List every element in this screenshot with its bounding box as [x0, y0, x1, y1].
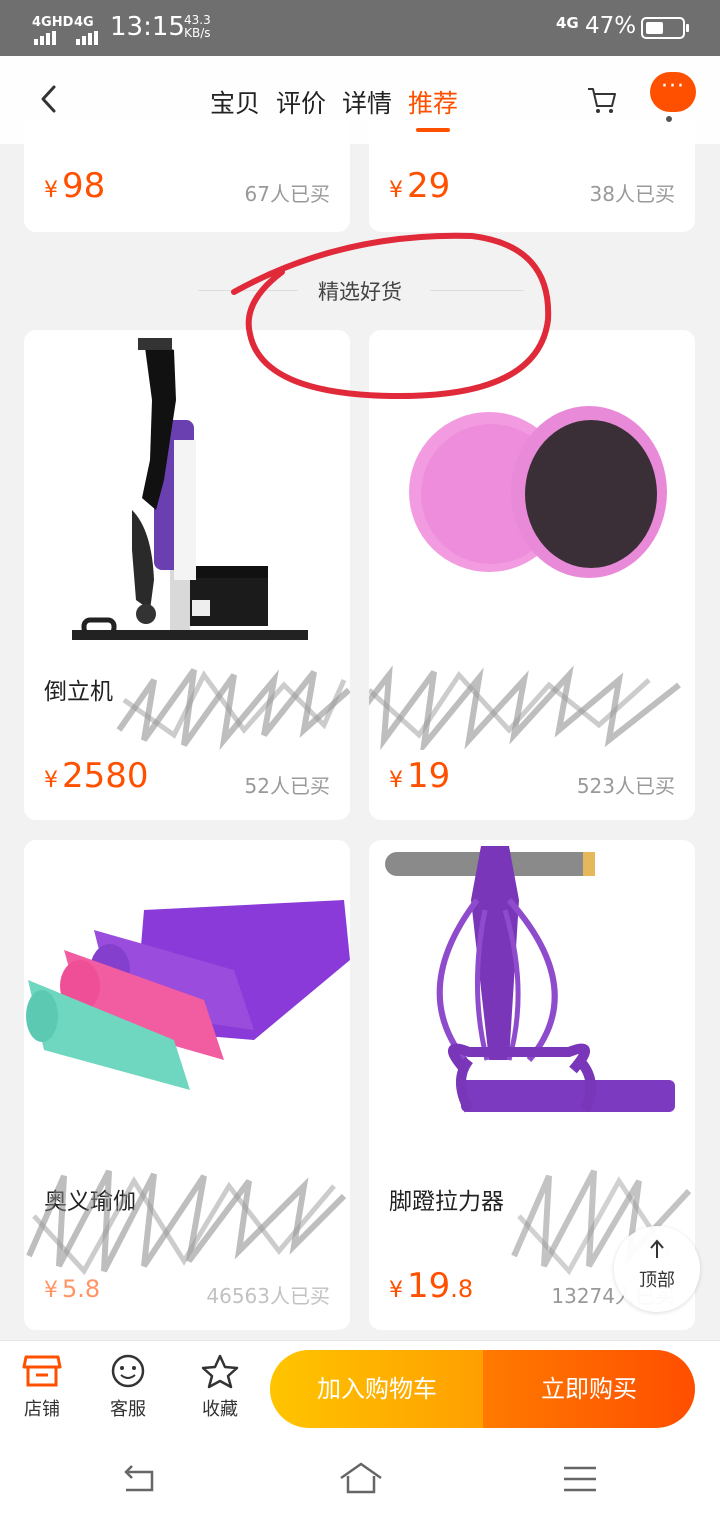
- clock: 13:15: [110, 12, 185, 42]
- customer-service-button[interactable]: 客服: [88, 1353, 168, 1421]
- product-price: ¥19.8: [389, 1266, 474, 1306]
- back-system-icon[interactable]: [120, 1462, 158, 1496]
- more-menu-button[interactable]: ···: [650, 72, 696, 112]
- signal-1: 4GHD: [32, 12, 73, 30]
- battery-percent: 47%: [585, 13, 637, 39]
- product-price: ¥29: [389, 166, 451, 206]
- product-price: ¥98: [44, 166, 106, 206]
- product-image: [26, 900, 350, 1090]
- battery-icon: [641, 17, 689, 39]
- product-sales: 46563人已买: [206, 1284, 330, 1308]
- signal-bars-icon: [74, 30, 100, 49]
- tab-bar: 宝贝 评价 详情 推荐: [210, 78, 474, 132]
- product-price: ¥19: [389, 756, 451, 796]
- product-sales: 523人已买: [576, 774, 675, 798]
- back-to-top-button[interactable]: 顶部: [614, 1226, 700, 1312]
- arrow-up-icon: [650, 1239, 664, 1258]
- notification-dot: [666, 116, 672, 122]
- add-to-cart-button[interactable]: 加入购物车: [270, 1350, 484, 1428]
- favorite-button[interactable]: 收藏: [180, 1353, 260, 1421]
- bottom-action-bar: 店铺 客服 收藏 加入购物车 立即购买: [0, 1340, 720, 1440]
- signal-2: 4G: [74, 12, 94, 30]
- annotation-circle: [231, 232, 552, 400]
- shop-label: 店铺: [24, 1399, 60, 1420]
- menu-icon[interactable]: [562, 1464, 598, 1494]
- status-bar: 4GHD 4G 13:15 43.3 KB/s 4G 47%: [0, 0, 720, 56]
- product-sales: 67人已买: [244, 182, 330, 206]
- tab-details[interactable]: 详情: [342, 78, 392, 126]
- speed-unit: KB/s: [184, 26, 211, 40]
- service-label: 客服: [110, 1399, 146, 1420]
- cart-icon[interactable]: [586, 84, 618, 116]
- home-icon[interactable]: [338, 1460, 384, 1496]
- star-icon: [201, 1354, 239, 1389]
- product-card[interactable]: 奥义瑜伽 ¥5.8 46563人已买: [24, 840, 350, 1330]
- network-label-2: 4G: [74, 15, 94, 30]
- scribble-redaction: [369, 665, 681, 750]
- shop-icon: [22, 1355, 62, 1387]
- system-nav-bar: [0, 1440, 720, 1520]
- back-arrow-icon[interactable]: [34, 82, 68, 116]
- top-nav-bar: 宝贝 评价 详情 推荐 ···: [0, 56, 720, 144]
- favorite-label: 收藏: [202, 1399, 238, 1420]
- product-image: [385, 846, 675, 1113]
- back-to-top-label: 顶部: [639, 1270, 675, 1291]
- product-sales: 38人已买: [589, 182, 675, 206]
- tab-reviews[interactable]: 评价: [276, 78, 326, 126]
- signal-bars-icon: [32, 30, 58, 49]
- scribble-redaction: [116, 668, 350, 750]
- chat-face-icon: [111, 1354, 145, 1388]
- tab-item[interactable]: 宝贝: [210, 78, 260, 126]
- network-label-3: 4G: [556, 14, 579, 32]
- buy-now-button[interactable]: 立即购买: [483, 1350, 695, 1428]
- product-price: ¥2580: [44, 756, 149, 796]
- network-speed: 43.3 KB/s: [184, 14, 211, 40]
- product-price: ¥5.8: [44, 1275, 101, 1303]
- product-sales: 52人已买: [244, 774, 330, 798]
- shop-button[interactable]: 店铺: [2, 1353, 82, 1421]
- tab-recommend[interactable]: 推荐: [408, 78, 458, 132]
- network-label-1: 4GHD: [32, 15, 74, 30]
